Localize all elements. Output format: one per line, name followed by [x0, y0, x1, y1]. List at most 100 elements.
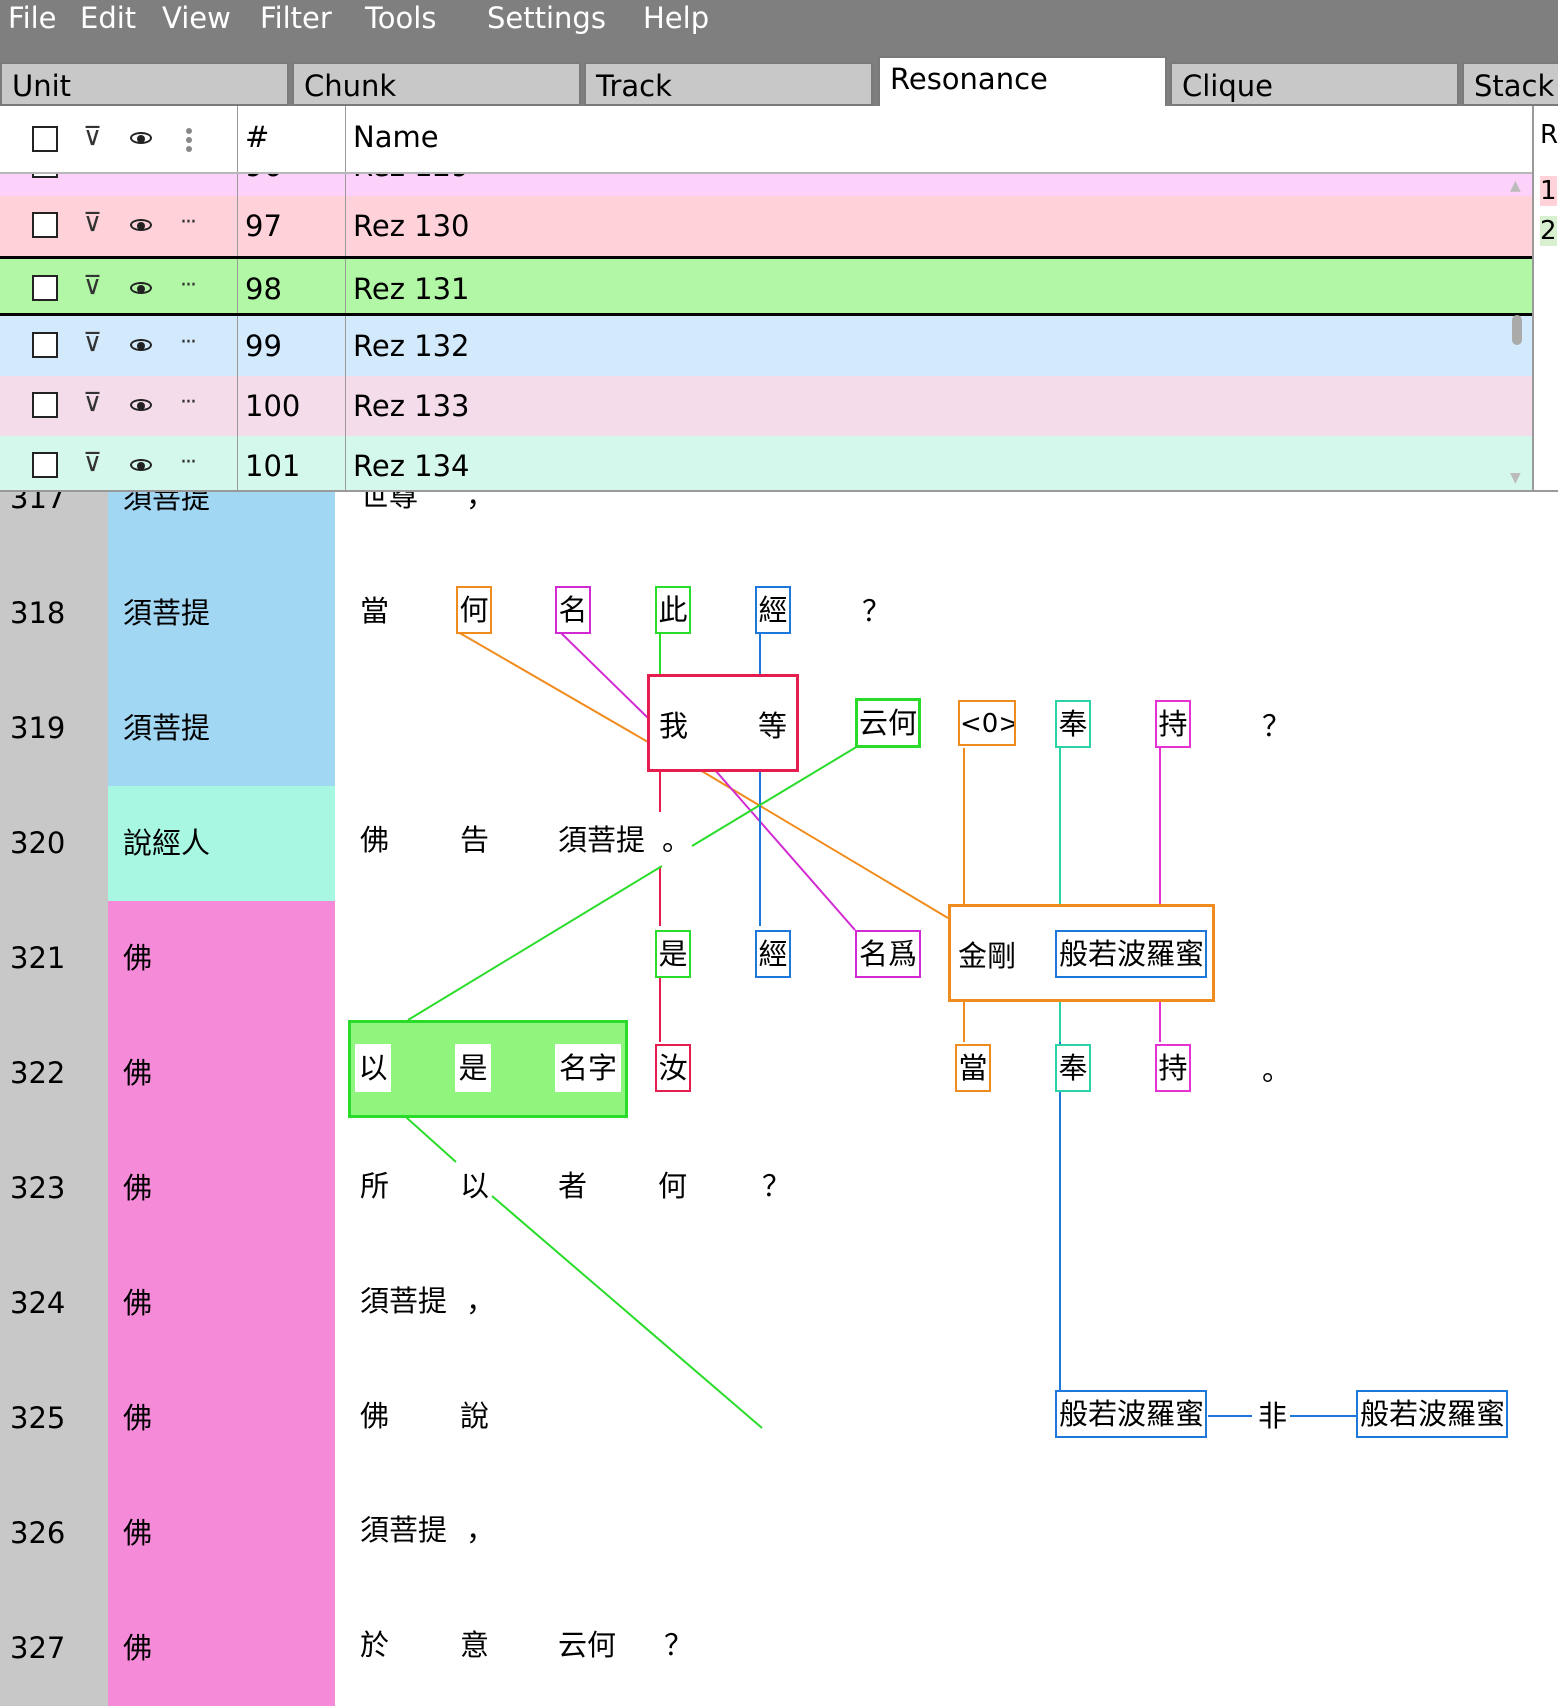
row-number: 99: [245, 329, 282, 363]
word[interactable]: 告: [460, 822, 489, 858]
word[interactable]: 說: [460, 1398, 489, 1434]
row-name: Rez 131: [353, 272, 470, 306]
word-token[interactable]: 般若波羅蜜: [1356, 1390, 1508, 1438]
filter-icon[interactable]: ⊽: [83, 328, 102, 358]
word-token[interactable]: 名字: [555, 1044, 621, 1092]
word[interactable]: 等: [758, 708, 787, 744]
word-token[interactable]: 奉: [1055, 1044, 1091, 1092]
link-line: [457, 631, 649, 743]
word-token[interactable]: 名爲: [855, 930, 921, 978]
table-header: ⊽ # Name: [0, 106, 1532, 174]
word[interactable]: 非: [1258, 1398, 1287, 1434]
row-number: 100: [245, 389, 301, 423]
right-column-header: R: [1540, 120, 1558, 150]
row-checkbox[interactable]: [32, 212, 58, 238]
word-token[interactable]: 名: [555, 586, 591, 634]
right-column-value: 2: [1540, 216, 1557, 246]
word[interactable]: 云何: [558, 1627, 616, 1663]
word-token[interactable]: 持: [1155, 1044, 1191, 1092]
scroll-down-icon[interactable]: ▼: [1510, 470, 1521, 486]
filter-icon[interactable]: ⊽: [83, 388, 102, 418]
word[interactable]: 佛: [360, 822, 389, 858]
word[interactable]: 意: [460, 1627, 489, 1663]
right-column-value: 1: [1540, 176, 1557, 206]
more-icon[interactable]: ···: [180, 330, 197, 355]
link-line: [407, 865, 663, 1021]
word[interactable]: ？: [664, 1627, 693, 1663]
table-row[interactable]: ⊽ ··· 98 Rez 131: [0, 256, 1532, 316]
row-checkbox[interactable]: [32, 332, 58, 358]
word-token[interactable]: 何: [456, 586, 492, 634]
row-checkbox[interactable]: [32, 392, 58, 418]
eye-icon[interactable]: [130, 282, 152, 294]
more-vertical-icon[interactable]: [186, 128, 192, 155]
word-token[interactable]: 般若波羅蜜: [1055, 930, 1207, 978]
word[interactable]: 須菩提: [360, 1512, 447, 1548]
table-row[interactable]: ⊽ ··· 100 Rez 133: [0, 376, 1532, 436]
resonance-table: ⊽ # Name ⊽···96Rez 129⊽···97Rez 130⊽···9…: [0, 106, 1558, 492]
filter-icon[interactable]: ⊽: [83, 208, 102, 238]
eye-icon[interactable]: [130, 459, 152, 471]
table-row[interactable]: ⊽ ··· 99 Rez 132: [0, 316, 1532, 376]
word-token[interactable]: 此: [655, 586, 691, 634]
word[interactable]: 。: [1262, 1052, 1291, 1088]
zero-token[interactable]: <0>: [958, 700, 1016, 746]
eye-icon[interactable]: [130, 339, 152, 351]
table-row[interactable]: ⊽ ··· 97 Rez 130: [0, 196, 1532, 256]
right-column: R 1 2: [1532, 106, 1558, 490]
row-name: Rez 132: [353, 329, 470, 363]
word-token[interactable]: 持: [1155, 700, 1191, 748]
row-number: 97: [245, 209, 282, 243]
word-token[interactable]: 經: [755, 586, 791, 634]
word[interactable]: ？: [762, 1168, 791, 1204]
more-icon[interactable]: ···: [180, 450, 197, 475]
row-checkbox[interactable]: [32, 452, 58, 478]
scroll-up-icon[interactable]: ▲: [1510, 178, 1521, 194]
word[interactable]: ，: [466, 1283, 495, 1319]
word[interactable]: ，: [466, 1512, 495, 1548]
word-token[interactable]: 奉: [1055, 700, 1091, 748]
column-header-name[interactable]: Name: [353, 120, 439, 154]
word-token[interactable]: 經: [755, 930, 791, 978]
filter-icon[interactable]: ⊽: [83, 271, 102, 301]
word[interactable]: ？: [862, 593, 891, 629]
word-token[interactable]: 云何: [855, 698, 921, 748]
table-row[interactable]: ⊽ ··· 101 Rez 134: [0, 436, 1532, 490]
select-all-checkbox[interactable]: [32, 126, 58, 152]
word[interactable]: 何: [658, 1168, 687, 1204]
word-token[interactable]: 當: [955, 1044, 991, 1092]
word[interactable]: 我: [659, 708, 688, 744]
word[interactable]: 於: [360, 1627, 389, 1663]
word-token[interactable]: 以: [355, 1044, 391, 1092]
row-name: Rez 130: [353, 209, 470, 243]
scroll-thumb[interactable]: [1512, 315, 1522, 345]
column-header-number[interactable]: #: [245, 120, 269, 154]
word[interactable]: 。: [662, 822, 691, 858]
eye-icon[interactable]: [130, 132, 152, 144]
word[interactable]: 者: [558, 1168, 587, 1204]
table-scrollbar[interactable]: ▲ ▼: [1504, 172, 1530, 490]
eye-icon[interactable]: [130, 219, 152, 231]
filter-icon[interactable]: ⊽: [83, 448, 102, 478]
word-token[interactable]: 般若波羅蜜則: [1055, 1390, 1207, 1438]
row-number: 98: [245, 272, 282, 306]
word[interactable]: 當: [360, 593, 389, 629]
row-name: Rez 133: [353, 389, 470, 423]
more-icon[interactable]: ···: [180, 390, 197, 415]
word[interactable]: ？: [1262, 708, 1291, 744]
word[interactable]: 須菩提: [558, 822, 645, 858]
word[interactable]: 金剛: [958, 938, 1016, 974]
word-token[interactable]: 是: [455, 1044, 491, 1092]
word-token[interactable]: 汝: [655, 1044, 691, 1092]
word[interactable]: 以: [460, 1168, 489, 1204]
more-icon[interactable]: ···: [180, 210, 197, 235]
filter-icon[interactable]: ⊽: [83, 122, 102, 152]
word-token[interactable]: 是: [655, 930, 691, 978]
word[interactable]: 須菩提: [360, 1283, 447, 1319]
row-name: Rez 134: [353, 449, 470, 483]
eye-icon[interactable]: [130, 399, 152, 411]
word[interactable]: 所: [360, 1168, 389, 1204]
row-checkbox[interactable]: [32, 275, 58, 301]
word[interactable]: 佛: [360, 1398, 389, 1434]
more-icon[interactable]: ···: [180, 273, 197, 298]
